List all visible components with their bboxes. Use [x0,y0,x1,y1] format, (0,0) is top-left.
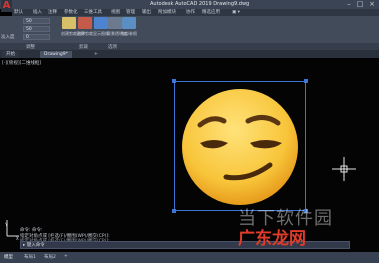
ribbon-button-1-icon[interactable] [78,17,92,29]
minimize-button[interactable]: – [344,0,354,8]
add-layout-button[interactable]: + [64,254,68,259]
crosshair-cursor-icon [332,157,356,181]
svg-text:X: X [16,236,19,240]
property-label-2: 淡入度 [1,35,15,40]
tab-layout1[interactable]: 布局1 [24,254,36,260]
maximize-button[interactable]: □ [355,0,365,8]
window-title: Autodesk AutoCAD 2019 Drawing9.dwg [150,1,250,7]
menu-tab-1[interactable]: 插入 [33,9,42,16]
ribbon-button-label-1: 删除剪裁 [77,31,93,36]
menu-tab-4[interactable]: 三维工具 [84,9,102,16]
property-field-0[interactable]: 50 [23,18,50,24]
autocad-logo-icon[interactable]: A [1,0,12,12]
menu-tab-11[interactable]: ▣ ▾ [232,9,240,16]
ribbon-button-label-4: 外部参照 [121,31,137,36]
ribbon-button-3-icon[interactable] [108,17,122,29]
ribbon-button-0-icon[interactable] [62,17,76,29]
svg-text:Y: Y [4,222,8,227]
grip-top-left[interactable] [172,79,176,83]
grip-bottom-left[interactable] [172,209,176,213]
tab-start[interactable]: 开始 [2,51,19,58]
menu-tab-6[interactable]: 管理 [126,9,135,16]
menu-tab-3[interactable]: 参数化 [64,9,78,16]
menu-tab-10[interactable]: 精选应用 [202,9,220,16]
menu-tab-0[interactable]: 默认 [14,9,23,16]
tab-layout2[interactable]: 布局2 [44,254,56,260]
menu-tab-8[interactable]: 附加模块 [158,9,176,16]
image-selection-frame[interactable] [174,81,306,211]
menu-tab-5[interactable]: 视图 [111,9,120,16]
menu-tab-9[interactable]: 协作 [186,9,195,16]
tab-model[interactable]: 模型 [4,254,13,260]
ribbon-panel-title-row [0,43,379,50]
watermark-brand: 广东龙网 [238,229,306,249]
ucs-axis-icon: Y X [4,220,19,240]
grip-top-right[interactable] [304,79,308,83]
property-field-1[interactable]: 50 [23,26,50,32]
new-tab-button[interactable]: + [90,51,102,58]
menu-tab-2[interactable]: 注释 [48,9,57,16]
property-field-2[interactable]: 0 [23,34,50,40]
viewport-controls-label[interactable]: [-][俯视][二维线框] [2,60,41,66]
ribbon-button-4-icon[interactable] [122,17,136,29]
status-bar [0,252,379,263]
close-button[interactable]: × [367,0,377,8]
menu-tab-7[interactable]: 输出 [142,9,151,16]
ribbon-button-2-icon[interactable] [94,17,108,29]
